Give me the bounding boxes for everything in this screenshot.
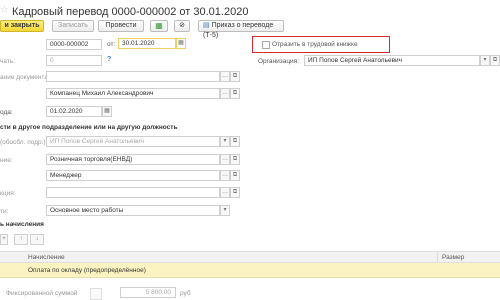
from-date-field[interactable]: 01.02.2020 (46, 106, 102, 117)
post-and-close-button[interactable]: и закрыть (0, 20, 44, 32)
employee-open-icon[interactable]: ⧉ (230, 88, 240, 99)
transfer-section-title: сти в другое подразделение или на другую… (0, 124, 178, 131)
doc-basis-label: ание документа: (0, 74, 50, 81)
date-field[interactable]: 30.01.2020 (118, 38, 176, 49)
move-up-button[interactable]: ↑ (14, 234, 28, 245)
accruals-section-title: ь начисления (0, 221, 44, 228)
position-open-icon[interactable]: ⧉ (230, 170, 240, 181)
transfer-org-label: (обосбл. подр.): (0, 139, 48, 146)
transfer-org-select-icon[interactable]: ▾ (220, 136, 230, 147)
function-label: кция: (0, 190, 16, 197)
doc-basis-open-icon[interactable]: ⧉ (230, 71, 240, 82)
employment-type-select-icon[interactable]: ▾ (220, 205, 230, 216)
row2-field[interactable]: 0 (46, 55, 102, 66)
organization-field[interactable]: ИП Попов Сергей Анатольевич (304, 55, 480, 66)
department-field[interactable]: Розничная торговля(ЕНВД) (46, 154, 220, 165)
question-icon[interactable]: ? (107, 56, 111, 63)
print-order-button[interactable]: ▤ Приказ о переводе (Т-5) (198, 20, 284, 39)
window-title: Кадровый перевод 0000-000002 от 30.01.20… (12, 6, 249, 18)
number-field[interactable]: 0000-000002 (46, 39, 102, 50)
attach-button[interactable]: ⊘ (174, 20, 190, 32)
accruals-grid-header: Начисление Размер (0, 251, 500, 263)
date-prefix-label: от: (107, 41, 116, 48)
favorite-star-icon[interactable]: ☆ (0, 5, 9, 16)
fixed-sum-label: Фиксированной суммой (6, 290, 78, 297)
post-and-close-label: и закрыть (4, 22, 40, 29)
column-accrual[interactable]: Начисление (28, 254, 65, 261)
paperclip-icon: ⊘ (179, 22, 185, 29)
organization-select-icon[interactable]: ▾ (480, 55, 490, 66)
transfer-org-field[interactable]: ИП Попов Сергей Анатольевич (46, 136, 220, 147)
save-button[interactable]: Записать (52, 20, 94, 32)
save-label: Записать (58, 22, 88, 29)
fixed-sum-amount[interactable]: 5 800,00 (120, 287, 176, 298)
from-calendar-icon[interactable]: ▦ (102, 106, 112, 117)
department-label: ние: (0, 157, 13, 164)
employee-select-icon[interactable]: … (220, 88, 230, 99)
fixed-sum-select-icon[interactable] (90, 288, 102, 300)
organization-label: Организация: (258, 58, 300, 65)
workbook-checkbox-label: Отразить в трудовой книжке (272, 41, 358, 48)
doc-basis-select-icon[interactable]: … (220, 71, 230, 82)
employment-type-field[interactable]: Основное место работы (46, 205, 220, 216)
department-open-icon[interactable]: ⧉ (230, 154, 240, 165)
structure-icon: ▦ (155, 21, 163, 30)
function-select-icon[interactable]: … (220, 187, 230, 198)
organization-open-icon[interactable]: ⧉ (490, 55, 500, 66)
function-field[interactable] (46, 187, 220, 198)
from-date-label: ода: (0, 109, 13, 116)
fixed-sum-currency: руб (180, 290, 191, 297)
department-select-icon[interactable]: … (220, 154, 230, 165)
row2-label: чать: (0, 58, 16, 65)
structure-button[interactable]: ▦ (150, 20, 168, 32)
post-button[interactable]: Провести (98, 20, 144, 32)
function-open-icon[interactable]: ⧉ (230, 187, 240, 198)
add-row-button[interactable]: + (0, 234, 8, 245)
calendar-icon[interactable]: ▦ (176, 38, 186, 49)
column-divider (437, 252, 438, 263)
column-size[interactable]: Размер (442, 254, 464, 261)
accrual-name: Оплата по окладу (предопределённое) (28, 267, 146, 274)
position-select-icon[interactable]: … (220, 170, 230, 181)
move-down-button[interactable]: ↓ (30, 234, 44, 245)
position-field[interactable]: Менеджер (46, 170, 220, 181)
post-label: Провести (105, 22, 137, 29)
accruals-row[interactable]: Оплата по окладу (предопределённое) (0, 263, 500, 278)
printer-icon: ▤ (203, 22, 210, 29)
doc-basis-field[interactable] (46, 71, 220, 82)
transfer-org-open-icon[interactable]: ⧉ (230, 136, 240, 147)
employment-type-label: ти: (0, 208, 9, 215)
workbook-checkbox[interactable] (262, 41, 270, 49)
employee-field[interactable]: Компанец Михаил Александрович (46, 88, 220, 99)
